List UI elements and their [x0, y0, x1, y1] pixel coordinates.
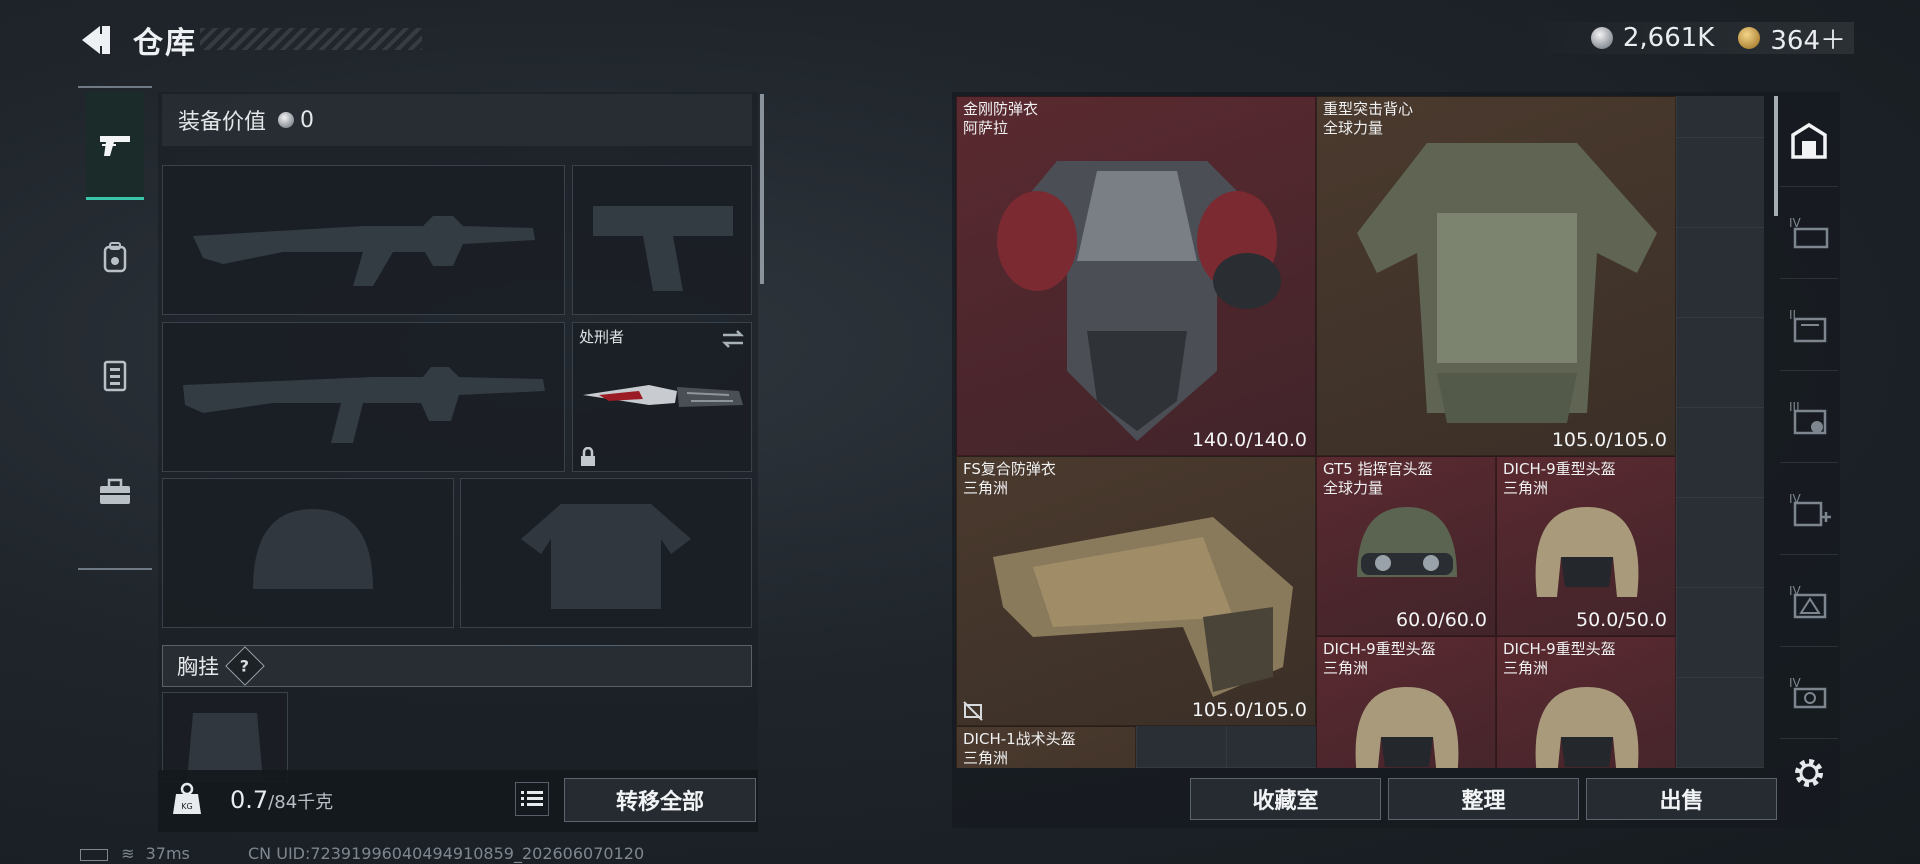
executioner-knife-icon: [583, 385, 743, 407]
weight-current: 0.7: [230, 786, 269, 814]
tier-iv-storage-icon[interactable]: IV: [1780, 188, 1838, 279]
toolbox-icon[interactable]: [86, 438, 144, 546]
melee-slot[interactable]: 处刑者: [572, 322, 752, 472]
composite-armor-image-icon: [993, 517, 1293, 697]
sidearm-slot[interactable]: [572, 165, 752, 315]
melee-name: 处刑者: [579, 328, 625, 346]
list-view-button[interactable]: [515, 782, 549, 816]
item-name: DICH-9重型头盔 三角洲: [1503, 640, 1616, 677]
sell-button[interactable]: 出售: [1586, 778, 1777, 820]
item-durability: 140.0/140.0: [1191, 429, 1307, 451]
item-name: GT5 指挥官头盔 全球力量: [1323, 460, 1433, 497]
heavy-helmet-image-icon: [1355, 687, 1459, 768]
stash-item-dich9-helmet[interactable]: DICH-9重型头盔 三角洲: [1496, 636, 1676, 768]
stash-item-armor-jingang[interactable]: 金刚防弹衣 阿萨拉 140.0/140.0: [956, 96, 1316, 456]
primary-weapon-slot[interactable]: [162, 165, 565, 315]
stash-item-gt5-helmet[interactable]: GT5 指挥官头盔 全球力量 60.0/60.0: [1316, 456, 1496, 636]
stash-scrollbar[interactable]: [1774, 96, 1778, 216]
wifi-icon: ≋: [121, 844, 135, 863]
secondary-weapon-slot[interactable]: [162, 322, 565, 472]
weapon-icon[interactable]: [86, 92, 144, 200]
stash-home-icon[interactable]: [1780, 96, 1838, 187]
silver-coin-icon: [1590, 27, 1613, 49]
helmet-silhouette-icon: [253, 509, 373, 589]
heavy-helmet-image-icon: [1535, 507, 1639, 597]
vest-icon[interactable]: [86, 322, 144, 430]
stash-page-nav: IV II III IV IV IV: [1780, 96, 1838, 787]
stash-grid: 金刚防弹衣 阿萨拉 140.0/140.0 重型突击背心 全球力量 105.0/…: [956, 96, 1764, 768]
weight-icon: KG: [172, 782, 202, 816]
currency-bar: 2,661K 364＋: [1518, 20, 1854, 57]
tier-iv-box-icon[interactable]: IV: [1780, 556, 1838, 647]
left-nav-divider-bottom: [78, 568, 152, 570]
item-name: DICH-9重型头盔 三角洲: [1503, 460, 1616, 497]
svg-text:KG: KG: [181, 802, 192, 811]
organize-button[interactable]: 整理: [1388, 778, 1579, 820]
commander-helmet-image-icon: [1357, 507, 1457, 577]
tier-iv-add-icon[interactable]: IV: [1780, 464, 1838, 555]
list-icon: [521, 791, 543, 806]
item-name: DICH-9重型头盔 三角洲: [1323, 640, 1436, 677]
back-arrow-icon[interactable]: [78, 20, 114, 60]
heavy-armor-image-icon: [997, 161, 1281, 441]
carry-weight: 0.7/84千克: [230, 786, 333, 814]
loadout-scrollbar[interactable]: [760, 94, 764, 284]
ping-value: 37ms: [145, 844, 190, 863]
chest-rig-label: 胸挂: [177, 655, 219, 679]
equipment-value-label: 装备价值: [178, 110, 267, 135]
tier-ii-storage-icon[interactable]: II: [1780, 280, 1838, 371]
silver-coin-icon: [278, 112, 295, 128]
heavy-helmet-image-icon: [1535, 687, 1639, 768]
pistol-silhouette-icon: [593, 206, 733, 291]
lock-icon: [581, 447, 595, 466]
stash-item-fs-composite-armor[interactable]: FS复合防弹衣 三角洲 105.0/105.0: [956, 456, 1316, 726]
chest-rig-silhouette-icon: [187, 713, 263, 781]
armor-silhouette-icon: [521, 504, 691, 609]
equipment-value-bar: 装备价值 0: [162, 94, 752, 146]
stash-item-heavy-assault-vest[interactable]: 重型突击背心 全球力量 105.0/105.0: [1316, 96, 1676, 456]
transfer-all-button[interactable]: 转移全部: [564, 778, 756, 822]
item-durability: 105.0/105.0: [1551, 429, 1667, 451]
stash-item-dich9-helmet[interactable]: DICH-9重型头盔 三角洲 50.0/50.0: [1496, 456, 1676, 636]
left-category-nav: [78, 86, 152, 570]
gold-currency-value[interactable]: 364＋: [1770, 20, 1846, 57]
item-name: DICH-1战术头盔 三角洲: [963, 730, 1076, 767]
item-durability: 105.0/105.0: [1191, 699, 1307, 721]
collection-room-button[interactable]: 收藏室: [1190, 778, 1381, 820]
tier-iii-storage-icon[interactable]: III: [1780, 372, 1838, 463]
backpack-icon[interactable]: [86, 204, 144, 312]
helmet-slot[interactable]: [162, 478, 454, 628]
stash-item-dich1-helmet[interactable]: DICH-1战术头盔 三角洲: [956, 726, 1136, 768]
settings-gear-icon[interactable]: [1780, 738, 1838, 808]
assault-vest-image-icon: [1357, 143, 1657, 423]
gold-coin-icon: [1738, 27, 1761, 49]
network-status: ≋ 37ms: [80, 844, 190, 863]
silver-currency-value: 2,661K: [1622, 23, 1715, 53]
item-durability: 50.0/50.0: [1575, 609, 1667, 631]
rifle-silhouette-icon: [193, 216, 535, 286]
tier-iv-case-icon[interactable]: IV: [1780, 648, 1838, 739]
weight-max: /84千克: [268, 792, 334, 813]
chest-rig-slot[interactable]: [162, 692, 288, 782]
user-uid: CN UID:72391996040494910859_202606070120: [248, 844, 645, 863]
battery-icon: [80, 848, 108, 861]
rifle-silhouette-icon: [183, 367, 545, 443]
help-icon[interactable]: ?: [225, 646, 265, 686]
swap-icon[interactable]: [719, 327, 747, 351]
equipment-value: 0: [300, 107, 315, 133]
body-armor-slot[interactable]: [460, 478, 752, 628]
chest-rig-header: 胸挂 ?: [162, 645, 752, 687]
title-decoration: [200, 28, 422, 50]
item-name: FS复合防弹衣 三角洲: [963, 460, 1056, 497]
stash-item-dich9-helmet[interactable]: DICH-9重型头盔 三角洲: [1316, 636, 1496, 768]
page-title: 仓库: [133, 26, 197, 61]
no-sell-icon: [963, 701, 983, 721]
item-durability: 60.0/60.0: [1395, 609, 1487, 631]
